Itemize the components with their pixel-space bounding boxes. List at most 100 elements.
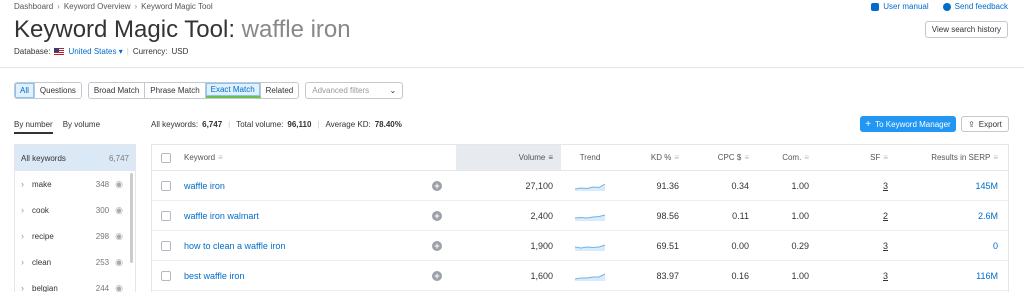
sort-icon: ≡ (548, 153, 553, 162)
header-results-in-serp[interactable]: Results in SERP ≡ (896, 145, 1008, 170)
header-keyword[interactable]: Keyword ≡ (180, 153, 418, 162)
sidebar-item-recipe[interactable]: › recipe 298 ◉ (15, 223, 135, 249)
filter-all[interactable]: All (15, 83, 35, 98)
chevron-down-icon: ▾ (118, 47, 123, 56)
sidebar-item-clean[interactable]: › clean 253 ◉ (15, 249, 135, 275)
eye-icon[interactable]: ◉ (115, 231, 123, 242)
cpc-cell: 0.34 (731, 180, 749, 191)
row-checkbox[interactable] (161, 270, 171, 281)
eye-icon[interactable]: ◉ (115, 257, 123, 268)
serp-features-link[interactable]: 3 (883, 241, 888, 251)
competition-cell: 1.00 (791, 210, 809, 221)
database-dropdown[interactable]: United States ▾ (68, 47, 122, 56)
filter-exact-match[interactable]: Exact Match (205, 83, 261, 98)
breadcrumb-keyword-overview[interactable]: Keyword Overview (64, 2, 131, 11)
sidebar-item-make[interactable]: › make 348 ◉ (15, 171, 135, 197)
competition-cell: 1.00 (791, 270, 809, 281)
send-feedback-link[interactable]: Send feedback (942, 2, 1008, 11)
table-row: waffle iron + 27,100 91.36 0.34 1.00 3 1… (152, 171, 1008, 201)
table-row: waffle iron walmart + 2,400 98.56 0.11 1… (152, 201, 1008, 231)
export-button[interactable]: ⇪ Export (961, 116, 1009, 132)
header-trend: Trend (579, 153, 601, 162)
sidebar-item-cook[interactable]: › cook 300 ◉ (15, 197, 135, 223)
eye-icon[interactable]: ◉ (115, 283, 123, 292)
add-to-list-icon[interactable]: + (432, 270, 442, 281)
results-summary: All keywords: 6,747 | Total volume: 96,1… (151, 120, 402, 129)
keyword-link[interactable]: waffle iron walmart (184, 211, 259, 221)
chevron-right-icon[interactable]: › (21, 257, 24, 267)
to-keyword-manager-button[interactable]: + To Keyword Manager (860, 116, 956, 132)
chevron-right-icon[interactable]: › (21, 283, 24, 292)
group-sort-tabs: By number By volume (14, 120, 100, 134)
page-title: Keyword Magic Tool: waffle iron (14, 16, 351, 43)
question-filter-group: All Questions (14, 82, 82, 99)
table-row: how to clean a waffle iron + 1,900 69.51… (152, 231, 1008, 261)
serp-features-link[interactable]: 3 (883, 271, 888, 281)
currency-value: USD (171, 47, 189, 56)
filter-related[interactable]: Related (260, 83, 299, 98)
user-manual-link[interactable]: User manual (871, 2, 929, 11)
competition-cell: 0.29 (791, 240, 809, 251)
trend-sparkline (574, 183, 606, 191)
serp-results-link[interactable]: 2.6M (978, 211, 998, 221)
serp-features-link[interactable]: 2 (883, 211, 888, 221)
chat-icon (942, 2, 951, 11)
page-header: Dashboard › Keyword Overview › Keyword M… (0, 0, 1024, 68)
competition-cell: 1.00 (791, 180, 809, 191)
sort-icon: ≡ (744, 153, 749, 162)
tab-by-volume[interactable]: By volume (63, 120, 100, 134)
volume-cell: 27,100 (525, 180, 553, 191)
filter-questions[interactable]: Questions (34, 83, 81, 98)
chevron-right-icon[interactable]: › (21, 231, 24, 241)
eye-icon[interactable]: ◉ (115, 205, 123, 216)
serp-results-link[interactable]: 116M (976, 271, 998, 281)
keyword-link[interactable]: how to clean a waffle iron (184, 241, 285, 251)
serp-features-link[interactable]: 3 (883, 181, 888, 191)
sidebar-item-belgian[interactable]: › belgian 244 ◉ (15, 275, 135, 292)
advanced-filters-dropdown[interactable]: Advanced filters ⌄ (305, 82, 404, 99)
sort-icon: ≡ (993, 153, 998, 162)
breadcrumb-separator: › (57, 2, 60, 11)
keyword-groups-sidebar: All keywords 6,747 › make 348 ◉ › cook 3… (14, 144, 136, 292)
serp-results-link[interactable]: 0 (993, 241, 998, 251)
filter-phrase-match[interactable]: Phrase Match (145, 83, 206, 98)
header-sf[interactable]: SF ≡ (817, 145, 896, 170)
sidebar-scrollbar[interactable] (130, 173, 133, 263)
kd-cell: 98.56 (656, 210, 679, 221)
book-icon (871, 2, 880, 11)
chevron-right-icon[interactable]: › (21, 179, 24, 189)
keywords-table: Keyword ≡ Volume ≡ Trend KD % ≡ CPC $ ≡ Com.… (151, 144, 1009, 292)
header-com[interactable]: Com. ≡ (757, 145, 817, 170)
row-checkbox[interactable] (161, 240, 171, 251)
breadcrumb-dashboard[interactable]: Dashboard (14, 2, 53, 11)
add-to-list-icon[interactable]: + (432, 240, 442, 251)
serp-results-link[interactable]: 145M (975, 181, 998, 191)
header-volume[interactable]: Volume ≡ (456, 145, 561, 170)
sidebar-item-all-keywords[interactable]: All keywords 6,747 (15, 145, 135, 171)
add-to-list-icon[interactable]: + (432, 180, 442, 191)
breadcrumb-keyword-magic-tool: Keyword Magic Tool (141, 2, 213, 11)
database-meta: Database: United States ▾ | Currency: US… (14, 47, 189, 56)
row-checkbox[interactable] (161, 210, 171, 221)
sort-icon: ≡ (804, 153, 809, 162)
eye-icon[interactable]: ◉ (115, 179, 123, 190)
sort-icon: ≡ (883, 153, 888, 162)
keyword-link[interactable]: best waffle iron (184, 271, 244, 281)
filter-broad-match[interactable]: Broad Match (88, 83, 146, 98)
kd-cell: 91.36 (656, 180, 679, 191)
trend-sparkline (574, 214, 606, 221)
trend-sparkline (574, 273, 606, 281)
view-search-history-button[interactable]: View search history (924, 21, 1008, 38)
row-checkbox[interactable] (161, 180, 171, 191)
add-to-list-icon[interactable]: + (432, 210, 442, 221)
keyword-link[interactable]: waffle iron (184, 181, 225, 191)
match-filters: All Questions Broad Match Phrase Match E… (14, 82, 404, 99)
volume-cell: 2,400 (530, 210, 553, 221)
select-all-checkbox[interactable] (161, 152, 171, 163)
header-kd[interactable]: KD % ≡ (619, 145, 687, 170)
chevron-right-icon[interactable]: › (21, 205, 24, 215)
header-cpc[interactable]: CPC $ ≡ (687, 145, 757, 170)
average-kd-value: 78.40% (374, 120, 402, 129)
tab-by-number[interactable]: By number (14, 120, 53, 134)
export-icon: ⇪ (968, 119, 975, 129)
